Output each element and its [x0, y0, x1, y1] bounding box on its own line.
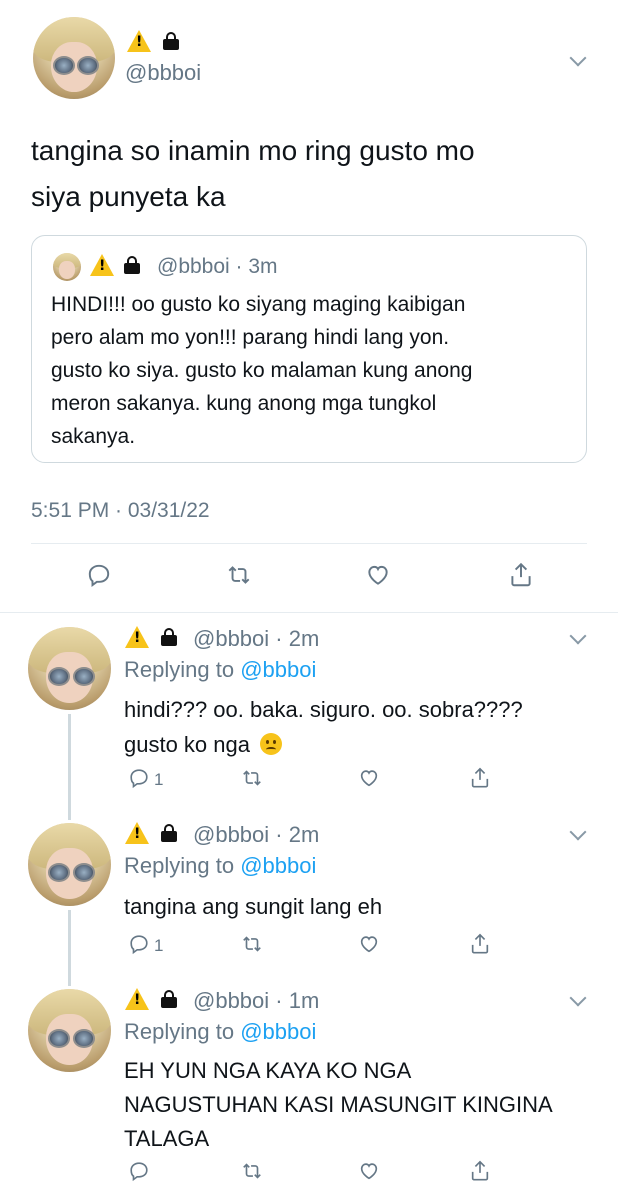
retweet-icon[interactable]	[240, 1160, 264, 1182]
avatar[interactable]	[28, 989, 111, 1072]
warning-emoji	[127, 30, 151, 52]
heart-icon[interactable]	[364, 562, 392, 588]
reply-icon[interactable]	[86, 562, 112, 588]
lock-emoji	[161, 628, 178, 646]
warning-emoji	[125, 626, 149, 648]
username[interactable]: @bbboi	[125, 60, 201, 86]
retweet-icon[interactable]	[225, 562, 253, 588]
chevron-down-icon[interactable]	[569, 989, 587, 1007]
replying-handle-link[interactable]: @bbboi	[240, 853, 316, 878]
lock-emoji	[161, 824, 178, 842]
frowning-face-emoji	[260, 733, 283, 755]
avatar[interactable]	[33, 17, 115, 99]
retweet-icon[interactable]	[240, 767, 264, 789]
share-icon[interactable]	[508, 561, 534, 589]
replying-handle-link[interactable]: @bbboi	[240, 1019, 316, 1044]
handle-time: @bbboi · 1m	[193, 988, 320, 1013]
reply-count: 1	[154, 936, 164, 955]
handle-time: @bbboi · 2m	[193, 822, 320, 847]
heart-icon[interactable]	[357, 933, 381, 955]
lock-emoji	[124, 256, 141, 274]
warning-emoji	[125, 988, 149, 1010]
handle-time: @bbboi · 2m	[193, 626, 320, 651]
display-name	[127, 30, 180, 52]
reply-count: 1	[154, 770, 164, 789]
share-icon[interactable]	[469, 766, 491, 790]
quoted-avatar	[53, 253, 81, 281]
replying-to: Replying to @bbboi	[124, 657, 317, 682]
lock-emoji	[163, 32, 180, 50]
chevron-down-icon[interactable]	[569, 627, 587, 645]
quoted-text: HINDI!!! oo gusto ko siyang maging kaibi…	[51, 293, 473, 448]
heart-icon[interactable]	[357, 1160, 381, 1182]
tweet-text: tangina so inamin mo ring gusto mo siya …	[31, 135, 475, 212]
chevron-down-icon[interactable]	[569, 823, 587, 841]
thread-line	[68, 714, 71, 820]
timestamp: 5:51 PM · 03/31/22	[31, 499, 210, 522]
avatar[interactable]	[28, 823, 111, 906]
reply-icon[interactable]	[128, 1160, 150, 1182]
lock-emoji	[161, 990, 178, 1008]
display-name	[125, 988, 178, 1010]
replying-to: Replying to @bbboi	[124, 1019, 317, 1044]
chevron-down-icon[interactable]	[569, 49, 587, 67]
reply-icon[interactable]	[128, 933, 150, 955]
quoted-handle-time: @bbboi · 3m	[157, 255, 278, 278]
avatar[interactable]	[28, 627, 111, 710]
warning-emoji	[90, 254, 114, 276]
reply-text: hindi??? oo. baka. siguro. oo. sobra????…	[124, 697, 523, 757]
display-name	[125, 626, 178, 648]
warning-emoji	[125, 822, 149, 844]
share-icon[interactable]	[469, 932, 491, 956]
replying-to: Replying to @bbboi	[124, 853, 317, 878]
reply-text: EH YUN NGA KAYA KO NGA NAGUSTUHAN KASI M…	[124, 1058, 553, 1151]
display-name	[125, 822, 178, 844]
share-icon[interactable]	[469, 1159, 491, 1183]
retweet-icon[interactable]	[240, 933, 264, 955]
replying-handle-link[interactable]: @bbboi	[240, 657, 316, 682]
quoted-display-name	[90, 254, 141, 276]
thread-line	[68, 910, 71, 986]
reply-text: tangina ang sungit lang eh	[124, 894, 383, 919]
heart-icon[interactable]	[357, 767, 381, 789]
reply-icon[interactable]	[128, 767, 150, 789]
